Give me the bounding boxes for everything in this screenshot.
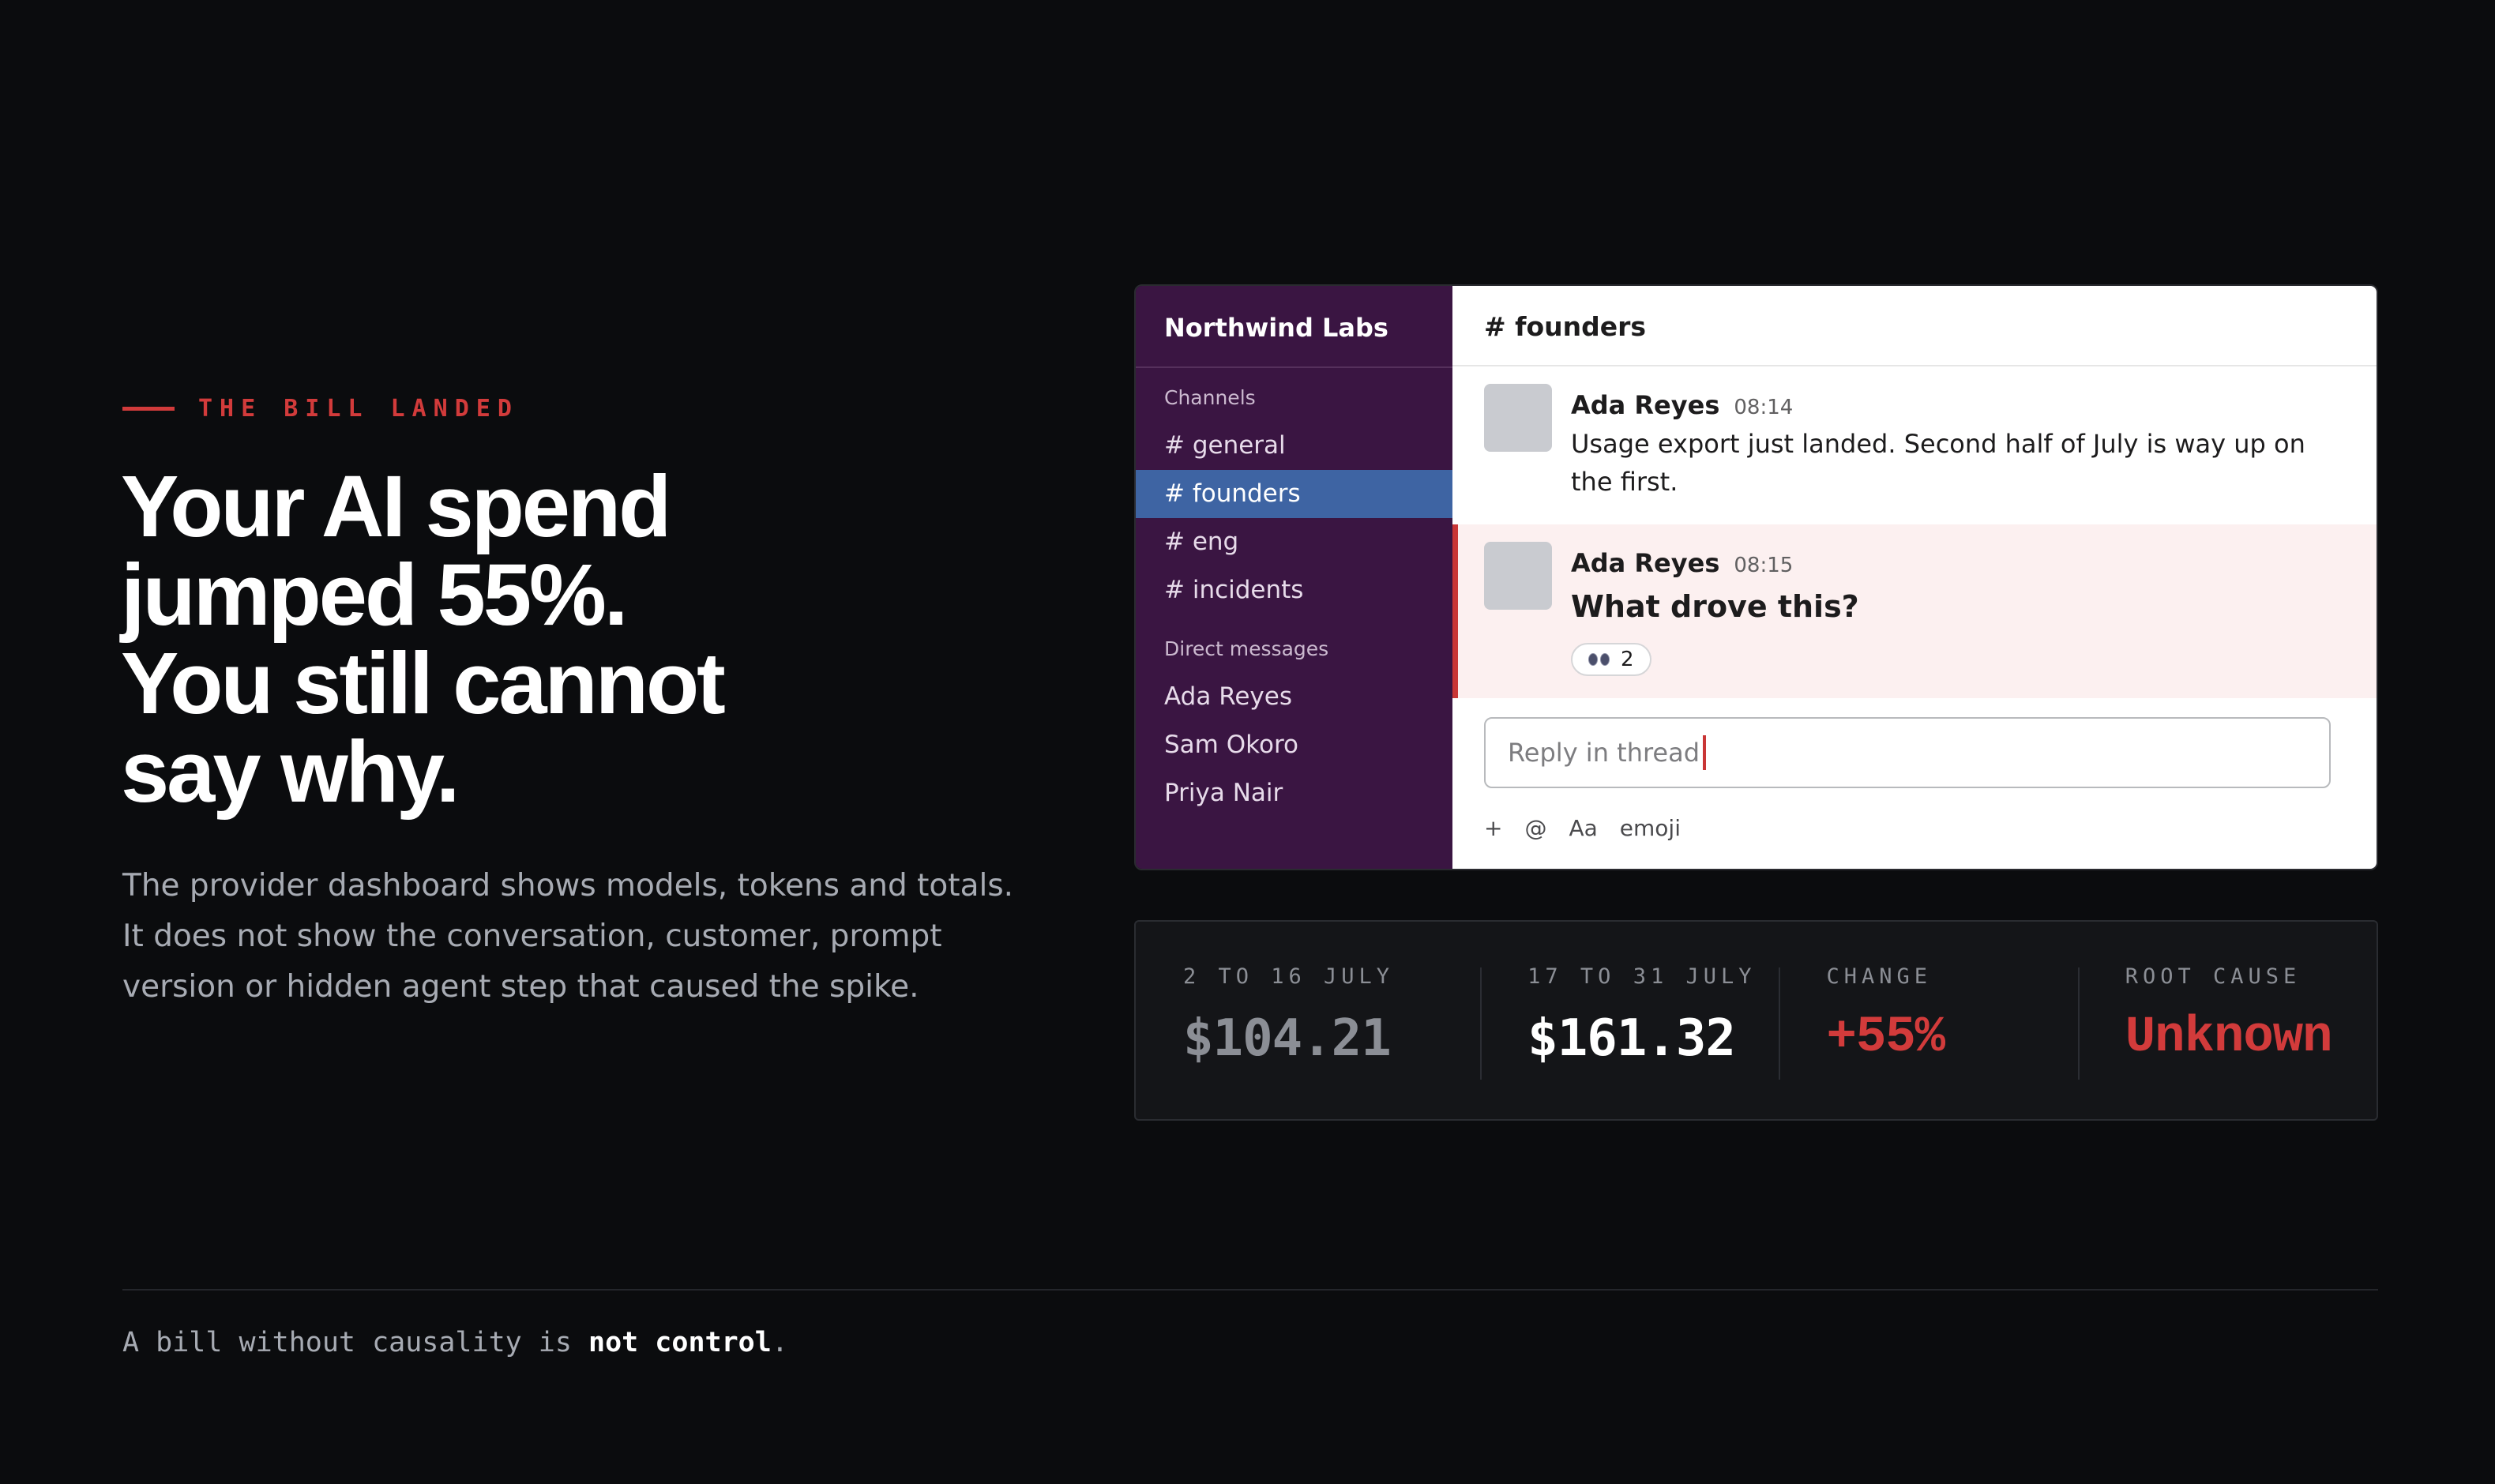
footer-divider <box>122 1289 2378 1291</box>
channel-title: # founders <box>1452 286 2377 366</box>
reply-placeholder: Reply in thread <box>1508 738 1700 768</box>
headline-line: say why. <box>121 723 460 821</box>
mention-button[interactable]: @ <box>1524 815 1546 841</box>
text-caret <box>1703 735 1707 770</box>
dm-heading[interactable]: Direct messages <box>1136 626 1452 673</box>
stat-value: $104.21 <box>1183 1009 1392 1068</box>
headline: Your AI spend jumped 55%. You still cann… <box>121 463 990 817</box>
message-time[interactable]: 08:14 <box>1734 396 1793 419</box>
reaction-pill[interactable]: 2 <box>1571 643 1651 676</box>
chat-window: Northwind Labs Channels # general # foun… <box>1134 284 2378 870</box>
sidebar-item-ada-reyes[interactable]: Ada Reyes <box>1136 673 1452 721</box>
composer-toolbar: + @ Aa emoji <box>1484 815 1681 841</box>
sidebar-item-eng[interactable]: # eng <box>1136 518 1452 566</box>
stat-label: 2 TO 16 JULY <box>1183 964 1395 989</box>
headline-line: jumped 55%. <box>121 547 628 644</box>
avatar[interactable] <box>1484 384 1552 452</box>
tagline-emphasis: not control <box>588 1327 772 1358</box>
format-button[interactable]: Aa <box>1569 815 1597 841</box>
sidebar-item-incidents[interactable]: # incidents <box>1136 566 1452 614</box>
sidebar-item-priya-nair[interactable]: Priya Nair <box>1136 769 1452 817</box>
stat-value: Unknown <box>2125 1009 2333 1066</box>
sidebar-item-founders[interactable]: # founders <box>1136 470 1452 518</box>
spend-stats: 2 TO 16 JULY $104.21 17 TO 31 JULY $161.… <box>1134 920 2378 1121</box>
tagline-end: . <box>771 1327 788 1358</box>
workspace-name[interactable]: Northwind Labs <box>1136 286 1452 368</box>
reaction-count: 2 <box>1621 648 1634 671</box>
stat-value: $161.32 <box>1527 1009 1736 1068</box>
lede-paragraph: The provider dashboard shows models, tok… <box>122 868 1014 1005</box>
eyebrow: THE BILL LANDED <box>122 395 519 423</box>
stat-label: 17 TO 31 JULY <box>1527 964 1757 989</box>
message-author[interactable]: Ada Reyes <box>1571 548 1719 578</box>
message-author[interactable]: Ada Reyes <box>1571 390 1719 420</box>
eyebrow-text: THE BILL LANDED <box>198 395 519 423</box>
stat-label: CHANGE <box>1826 964 1932 989</box>
message[interactable]: Ada Reyes 08:14 Usage export just landed… <box>1452 366 2377 524</box>
stat-root-cause: ROOT CAUSE Unknown <box>2077 964 2377 1119</box>
message-highlighted[interactable]: Ada Reyes 08:15 What drove this? 2 <box>1452 524 2377 698</box>
add-button[interactable]: + <box>1484 815 1502 841</box>
stat-second-half: 17 TO 31 JULY $161.32 <box>1480 964 1779 1119</box>
tagline-start: A bill without causality is <box>122 1327 589 1358</box>
channels-heading[interactable]: Channels <box>1136 374 1452 422</box>
emoji-button[interactable]: emoji <box>1620 815 1681 841</box>
message-text: Usage export just landed. Second half of… <box>1571 429 2305 497</box>
headline-line: Your AI spend <box>121 458 671 555</box>
eyes-icon <box>1588 653 1610 666</box>
stat-label: ROOT CAUSE <box>2125 964 2301 989</box>
tagline: A bill without causality is not control. <box>122 1327 788 1358</box>
channel-pane: # founders Ada Reyes 08:14 Usage export … <box>1452 286 2377 869</box>
avatar[interactable] <box>1484 542 1552 610</box>
message-time[interactable]: 08:15 <box>1734 554 1793 577</box>
sidebar-item-sam-okoro[interactable]: Sam Okoro <box>1136 721 1452 769</box>
sidebar-item-general[interactable]: # general <box>1136 422 1452 470</box>
stat-change: CHANGE +55% <box>1779 964 2077 1119</box>
reply-input[interactable]: Reply in thread <box>1484 717 2331 788</box>
stat-first-half: 2 TO 16 JULY $104.21 <box>1183 964 1480 1119</box>
headline-line: You still cannot <box>121 635 726 732</box>
message-text: What drove this? <box>1571 589 1859 624</box>
sidebar: Northwind Labs Channels # general # foun… <box>1136 286 1452 869</box>
eyebrow-rule <box>122 407 175 411</box>
stat-value: +55% <box>1826 1009 1945 1066</box>
